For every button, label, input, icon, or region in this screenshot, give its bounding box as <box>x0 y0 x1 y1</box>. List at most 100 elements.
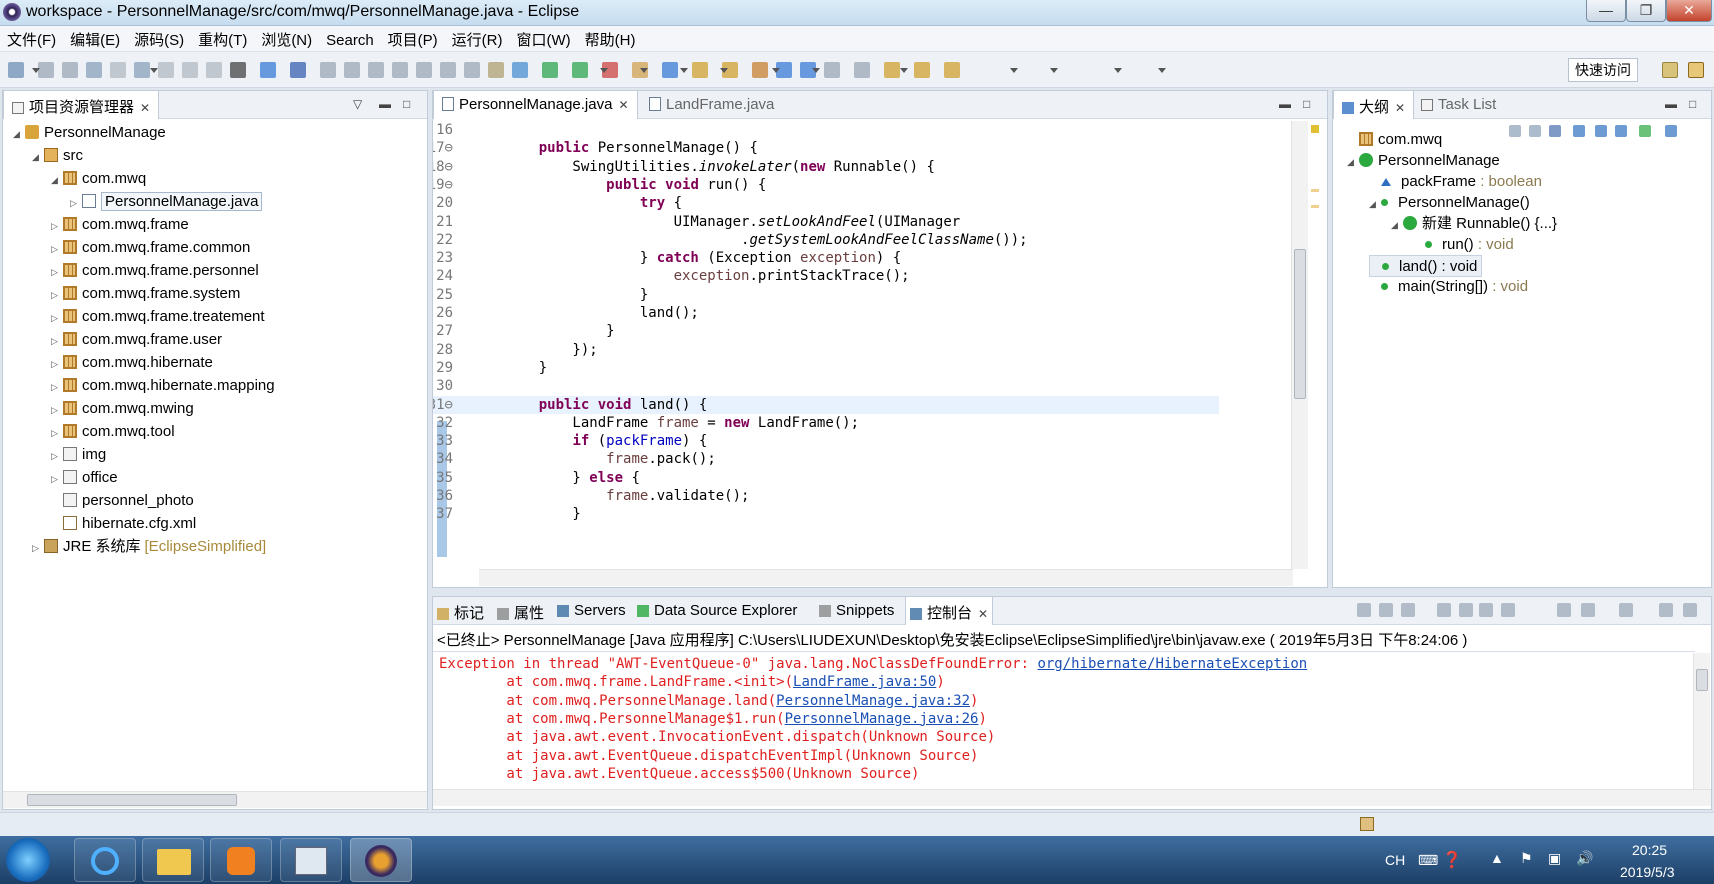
menu-item-6[interactable]: 项目(P) <box>381 26 445 52</box>
outline-item[interactable]: main(String[]) : void <box>1369 276 1528 298</box>
outline-item[interactable]: ◢ PersonnelManage <box>1347 150 1500 172</box>
perspective-switch-icon[interactable] <box>1662 62 1678 78</box>
help-icon[interactable]: ❓ <box>1442 850 1462 870</box>
console-vertical-scrollbar[interactable] <box>1693 653 1710 789</box>
chevron-down-icon[interactable] <box>640 68 648 73</box>
view-menu-icon[interactable]: ▽ <box>353 97 362 111</box>
expanded-twisty-icon[interactable]: ◢ <box>1391 214 1403 236</box>
menu-item-7[interactable]: 运行(R) <box>445 26 510 52</box>
toolbar-icon[interactable] <box>488 62 504 78</box>
toolbar-icon[interactable] <box>884 62 900 78</box>
collapsed-twisty-icon[interactable]: ▷ <box>51 468 63 491</box>
toolbar-icon[interactable] <box>38 62 54 78</box>
explorer-scroll-thumb[interactable] <box>27 794 237 806</box>
code-line[interactable]: 33 if (packFrame) { <box>433 432 1219 450</box>
toolbar-icon[interactable] <box>464 62 480 78</box>
menu-item-2[interactable]: 源码(S) <box>127 26 191 52</box>
collapsed-twisty-icon[interactable]: ▷ <box>51 330 63 353</box>
toolbar-icon[interactable] <box>344 62 360 78</box>
chevron-down-icon[interactable] <box>600 68 608 73</box>
tab-task-list[interactable]: Task List <box>1413 91 1504 119</box>
toolbar-icon[interactable] <box>8 62 24 78</box>
explorer-horizontal-scrollbar[interactable] <box>3 791 427 808</box>
collapsed-twisty-icon[interactable]: ▷ <box>51 261 63 284</box>
code-line[interactable]: 27 } <box>433 322 1219 340</box>
code-line[interactable]: 26 land(); <box>433 304 1219 322</box>
tree-item[interactable]: ▷ com.mwq.frame <box>51 213 189 236</box>
app-taskbar-button[interactable] <box>280 838 342 882</box>
expanded-twisty-icon[interactable]: ◢ <box>32 146 44 169</box>
menu-item-4[interactable]: 浏览(N) <box>254 26 319 52</box>
remove-all-icon[interactable] <box>1401 603 1415 617</box>
toolbar-icon[interactable] <box>854 62 870 78</box>
code-line[interactable]: 21 UIManager.setLookAndFeel(UIManager <box>433 213 1219 231</box>
outline-toolbar-icon[interactable] <box>1549 125 1561 137</box>
toolbar-icon[interactable] <box>368 62 384 78</box>
tab-outline[interactable]: 大纲 ✕ <box>1333 91 1415 119</box>
editor-tab-inactive[interactable]: LandFrame.java <box>641 91 782 119</box>
toolbar-icon[interactable] <box>512 62 528 78</box>
warning-marker[interactable] <box>1311 125 1319 133</box>
window-title-bar[interactable]: workspace - PersonnelManage/src/com/mwq/… <box>0 0 1714 26</box>
code-line[interactable]: 35 } else { <box>433 469 1219 487</box>
collapsed-twisty-icon[interactable]: ▷ <box>70 192 82 215</box>
tree-item[interactable]: ▷ com.mwq.frame.personnel <box>51 259 259 282</box>
occurrence-marker[interactable] <box>1311 205 1319 208</box>
chevron-down-icon[interactable] <box>1010 68 1018 73</box>
toolbar-icon[interactable] <box>110 62 126 78</box>
tree-item[interactable]: ▷ com.mwq.hibernate <box>51 351 213 374</box>
toolbar-icon[interactable] <box>230 62 246 78</box>
code-line[interactable]: 16 <box>433 121 1219 139</box>
collapsed-twisty-icon[interactable]: ▷ <box>51 215 63 238</box>
console-horizontal-scrollbar[interactable] <box>433 789 1711 806</box>
tree-item[interactable]: ▷ img <box>51 443 106 466</box>
code-line[interactable]: 30 <box>433 377 1219 395</box>
toolbar-icon[interactable] <box>290 62 306 78</box>
code-line[interactable]: 32 LandFrame frame = new LandFrame(); <box>433 414 1219 432</box>
action-center-icon[interactable]: ⚑ <box>1520 850 1533 867</box>
tree-item[interactable]: personnel_photo <box>51 489 194 512</box>
outline-toolbar-icon[interactable] <box>1509 125 1521 137</box>
close-button[interactable]: ✕ <box>1666 0 1712 22</box>
clear-console-icon[interactable] <box>1437 603 1451 617</box>
code-line[interactable]: 34 frame.pack(); <box>433 450 1219 468</box>
code-line[interactable]: 18⊖ SwingUtilities.invokeLater(new Runna… <box>433 158 1219 176</box>
menu-item-8[interactable]: 窗口(W) <box>510 26 578 52</box>
tree-item[interactable]: ▷ PersonnelManage.java <box>70 190 263 215</box>
editor-tab-active[interactable]: PersonnelManage.java ✕ <box>433 91 638 119</box>
editor-vertical-scrollbar[interactable] <box>1291 121 1308 569</box>
chevron-down-icon[interactable] <box>32 68 40 73</box>
stacktrace-link[interactable]: LandFrame.java:50 <box>793 674 936 690</box>
display-console-icon[interactable] <box>1619 603 1633 617</box>
chevron-down-icon[interactable] <box>1114 68 1122 73</box>
toolbar-icon[interactable] <box>158 62 174 78</box>
eclipse-taskbar-button[interactable] <box>350 838 412 882</box>
outline-toolbar-icon[interactable] <box>1615 125 1627 137</box>
show-hidden-icons[interactable]: ▲ <box>1490 850 1504 866</box>
close-icon[interactable]: ✕ <box>1395 101 1405 115</box>
minimize-view-icon[interactable]: ▬ <box>379 97 391 111</box>
chevron-down-icon[interactable] <box>1050 68 1058 73</box>
chevron-down-icon[interactable] <box>1158 68 1166 73</box>
collapsed-twisty-icon[interactable]: ▷ <box>51 445 63 468</box>
keyboard-icon[interactable]: ⌨ <box>1418 852 1438 869</box>
minimize-button[interactable]: — <box>1586 0 1626 22</box>
word-wrap-icon[interactable] <box>1479 603 1493 617</box>
toolbar-icon[interactable] <box>206 62 222 78</box>
chevron-down-icon[interactable] <box>900 68 908 73</box>
console-tab-2[interactable]: Servers <box>553 597 630 625</box>
network-icon[interactable]: ▣ <box>1548 850 1561 867</box>
chevron-down-icon[interactable] <box>720 68 728 73</box>
console-tab-3[interactable]: Data Source Explorer <box>633 597 801 625</box>
console-output[interactable]: Exception in thread "AWT-EventQueue-0" j… <box>433 653 1693 789</box>
toolbar-icon[interactable] <box>662 62 678 78</box>
scroll-lock-icon[interactable] <box>1459 603 1473 617</box>
tree-item[interactable]: ◢ com.mwq <box>51 167 146 190</box>
close-icon[interactable]: ✕ <box>978 607 988 621</box>
toolbar-icon[interactable] <box>542 62 558 78</box>
pin-console-icon[interactable] <box>1581 603 1595 617</box>
expanded-twisty-icon[interactable]: ◢ <box>1369 193 1381 215</box>
code-line[interactable]: 28 }); <box>433 341 1219 359</box>
collapsed-twisty-icon[interactable]: ▷ <box>51 353 63 376</box>
maximize-button[interactable]: ❐ <box>1626 0 1666 22</box>
